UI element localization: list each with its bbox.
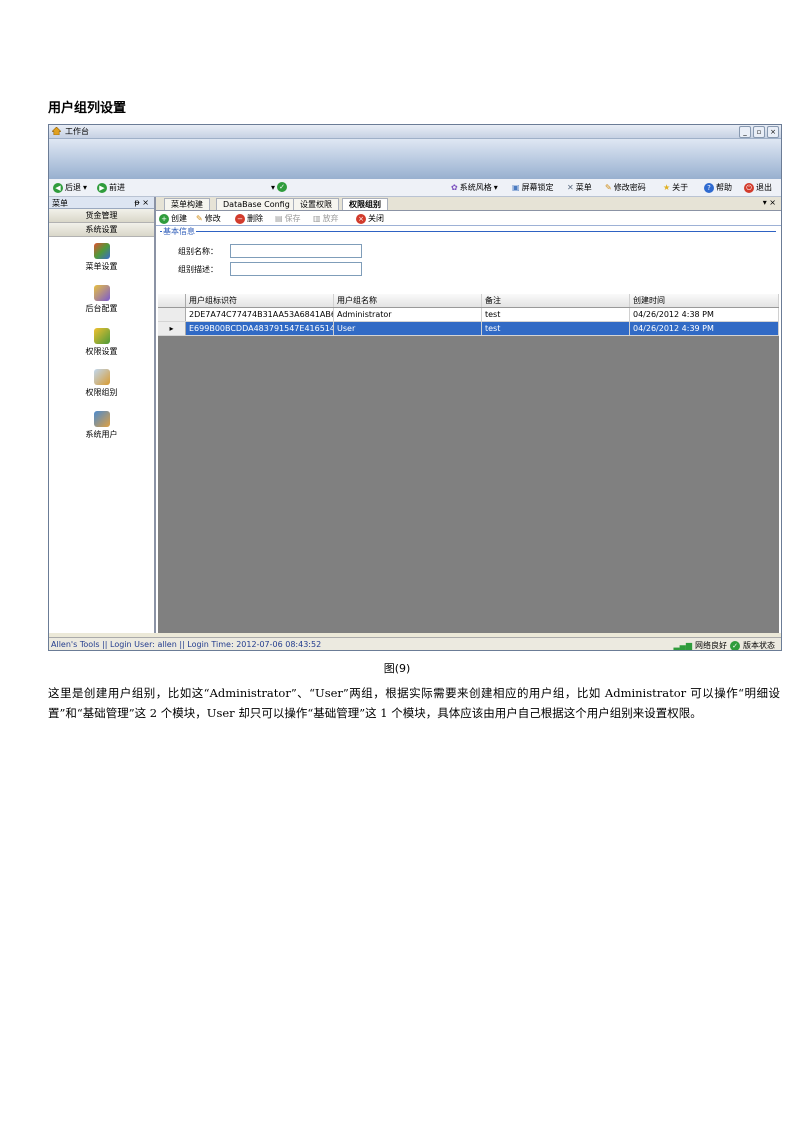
status-bar: Allen's Tools || Login User: allen || Lo… bbox=[49, 637, 781, 650]
cell-group-id: 2DE7A74C77474B31AA53A6841AB66... bbox=[186, 308, 334, 321]
toolbar-help-button[interactable]: ? 帮助 bbox=[704, 182, 732, 193]
cell-group-name: Administrator bbox=[334, 308, 482, 321]
action-bar: + 创建 ✎ 修改 − 删除 ▤ 保存 ▥ 放弃 × 关闭 bbox=[156, 211, 781, 226]
tab-permission-groups[interactable]: 权限组别 bbox=[342, 198, 388, 210]
pencil-icon: ✎ bbox=[605, 183, 612, 192]
discard-button[interactable]: ▥ 放弃 bbox=[313, 213, 339, 224]
sidebar-group-funds[interactable]: 货金管理 bbox=[49, 209, 154, 223]
sidebar-item-system-users[interactable]: 系统用户 bbox=[49, 411, 154, 440]
tab-menu-close[interactable]: ▾ × bbox=[763, 198, 776, 207]
table-row[interactable]: 2DE7A74C77474B31AA53A6841AB66... Adminis… bbox=[158, 308, 779, 322]
table-row-selected[interactable]: ▸ E699B00BCDDA483791547E41651429... User… bbox=[158, 322, 779, 336]
sidebar-item-permission-groups[interactable]: 权限组别 bbox=[49, 369, 154, 398]
minimize-button[interactable]: _ bbox=[739, 126, 751, 138]
check-icon: ✓ bbox=[730, 640, 740, 650]
row-header[interactable] bbox=[158, 308, 186, 321]
tools-icon: ✕ bbox=[567, 183, 574, 192]
tab-menu-build[interactable]: 菜单构建 bbox=[164, 198, 210, 210]
group-title: 基本信息 bbox=[162, 226, 196, 237]
save-button[interactable]: ▤ 保存 bbox=[275, 213, 301, 224]
restore-button[interactable]: ▫ bbox=[753, 126, 765, 138]
sidebar-item-permission-settings[interactable]: 权限设置 bbox=[49, 328, 154, 357]
minus-icon: − bbox=[235, 213, 245, 224]
section-heading: 用户组列设置 bbox=[48, 101, 127, 116]
col-group-id[interactable]: 用户组标识符 bbox=[186, 294, 334, 307]
group-name-label: 组别名称： bbox=[178, 247, 218, 256]
palette-icon: ✿ bbox=[451, 183, 458, 192]
back-button[interactable]: ◀ 后退 ▾ bbox=[53, 182, 87, 193]
menu-settings-icon bbox=[93, 243, 110, 259]
tab-database-config[interactable]: DataBase Config bbox=[216, 198, 297, 210]
row-pointer-icon[interactable]: ▸ bbox=[158, 322, 186, 335]
toolbar-password-button[interactable]: ✎ 修改密码 bbox=[605, 182, 646, 193]
col-created-time[interactable]: 创建时间 bbox=[630, 294, 779, 307]
signal-icon: ▂▄▆ bbox=[673, 641, 692, 650]
cell-created-time: 04/26/2012 4:38 PM bbox=[630, 308, 779, 321]
col-remark[interactable]: 备注 bbox=[482, 294, 630, 307]
edit-button[interactable]: ✎ 修改 bbox=[196, 213, 221, 224]
sidebar: 菜单 ᵽ × 货金管理 系统设置 菜单设置 后台配置 权限设置 权限组别 系统用… bbox=[49, 197, 156, 633]
main-panel: 菜单构建 DataBase Config 设置权限 权限组别 ▾ × + 创建 ✎… bbox=[156, 197, 781, 633]
main-toolbar: ◀ 后退 ▾ ▶ 前进 ▾ ✓ ✿ 系统风格 ▾ ▣ 屏幕锁定 ✕ 菜单 ✎ 修… bbox=[49, 179, 781, 197]
version-status: 版本状态 bbox=[743, 641, 775, 650]
group-desc-label: 组别描述： bbox=[178, 265, 218, 274]
users-icon bbox=[93, 411, 110, 427]
grid-header: 用户组标识符 用户组名称 备注 创建时间 bbox=[158, 294, 779, 308]
cell-group-id: E699B00BCDDA483791547E41651429... bbox=[186, 322, 334, 335]
config-icon bbox=[93, 285, 110, 301]
close-button[interactable]: × bbox=[767, 126, 779, 138]
sidebar-pin-close[interactable]: ᵽ × bbox=[134, 198, 149, 207]
plus-icon: + bbox=[159, 213, 169, 224]
star-icon: ★ bbox=[663, 183, 671, 192]
back-arrow-icon: ◀ bbox=[53, 182, 63, 193]
discard-icon: ▥ bbox=[313, 214, 321, 223]
group-desc-input[interactable] bbox=[230, 262, 362, 276]
cell-group-name: User bbox=[334, 322, 482, 335]
network-status: 网络良好 bbox=[695, 641, 727, 650]
header-banner bbox=[49, 139, 781, 179]
figure-caption: 图(9) bbox=[383, 662, 411, 675]
dropdown-go[interactable]: ▾ ✓ bbox=[271, 182, 288, 192]
pencil-icon: ✎ bbox=[196, 214, 203, 223]
cell-created-time: 04/26/2012 4:39 PM bbox=[630, 322, 779, 335]
forward-button[interactable]: ▶ 前进 bbox=[97, 182, 125, 193]
basic-info-group: 基本信息 组别名称： 组别描述： bbox=[160, 226, 776, 290]
header-corner bbox=[158, 294, 186, 307]
create-button[interactable]: + 创建 bbox=[159, 213, 187, 224]
close-tab-button[interactable]: × 关闭 bbox=[356, 213, 384, 224]
tab-set-permissions[interactable]: 设置权限 bbox=[293, 198, 339, 210]
toolbar-exit-button[interactable]: ⏻ 退出 bbox=[744, 182, 772, 193]
delete-button[interactable]: − 删除 bbox=[235, 213, 263, 224]
window-title: 工作台 bbox=[65, 127, 89, 136]
groups-icon bbox=[93, 369, 110, 385]
sidebar-group-system[interactable]: 系统设置 bbox=[49, 223, 154, 237]
dropdown-arrow-icon: ▾ bbox=[271, 182, 276, 192]
group-name-input[interactable] bbox=[230, 244, 362, 258]
home-icon bbox=[52, 127, 61, 135]
toolbar-menu-button[interactable]: ✕ 菜单 bbox=[567, 182, 592, 193]
sidebar-header: 菜单 ᵽ × bbox=[49, 197, 154, 209]
status-login-info: Allen's Tools || Login User: allen || Lo… bbox=[51, 640, 322, 649]
app-screenshot: 工作台 _ ▫ × ◀ 后退 ▾ ▶ 前进 ▾ ✓ ✿ 系统风格 ▾ ▣ 屏幕锁… bbox=[48, 124, 782, 651]
title-bar: 工作台 _ ▫ × bbox=[49, 125, 781, 139]
sidebar-item-backend-config[interactable]: 后台配置 bbox=[49, 285, 154, 314]
cell-remark: test bbox=[482, 308, 630, 321]
body-paragraph: 这里是创建用户组别，比如这“Administrator”、“User”两组，根据… bbox=[48, 686, 780, 720]
sidebar-item-menu-settings[interactable]: 菜单设置 bbox=[49, 243, 154, 272]
award-icon bbox=[93, 328, 110, 344]
help-icon: ? bbox=[704, 182, 714, 193]
forward-arrow-icon: ▶ bbox=[97, 182, 107, 193]
col-group-name[interactable]: 用户组名称 bbox=[334, 294, 482, 307]
toolbar-style-button[interactable]: ✿ 系统风格 ▾ bbox=[451, 182, 498, 193]
user-group-grid: 用户组标识符 用户组名称 备注 创建时间 2DE7A74C77474B31AA5… bbox=[158, 294, 779, 633]
lock-icon: ▣ bbox=[512, 183, 520, 192]
cell-remark: test bbox=[482, 322, 630, 335]
exit-icon: ⏻ bbox=[744, 182, 754, 193]
tab-strip: 菜单构建 DataBase Config 设置权限 权限组别 ▾ × bbox=[156, 197, 781, 211]
check-icon: ✓ bbox=[277, 182, 288, 192]
close-icon: × bbox=[356, 213, 366, 224]
disk-icon: ▤ bbox=[275, 214, 283, 223]
toolbar-about-button[interactable]: ★ 关于 bbox=[663, 182, 688, 193]
toolbar-lock-button[interactable]: ▣ 屏幕锁定 bbox=[512, 182, 554, 193]
